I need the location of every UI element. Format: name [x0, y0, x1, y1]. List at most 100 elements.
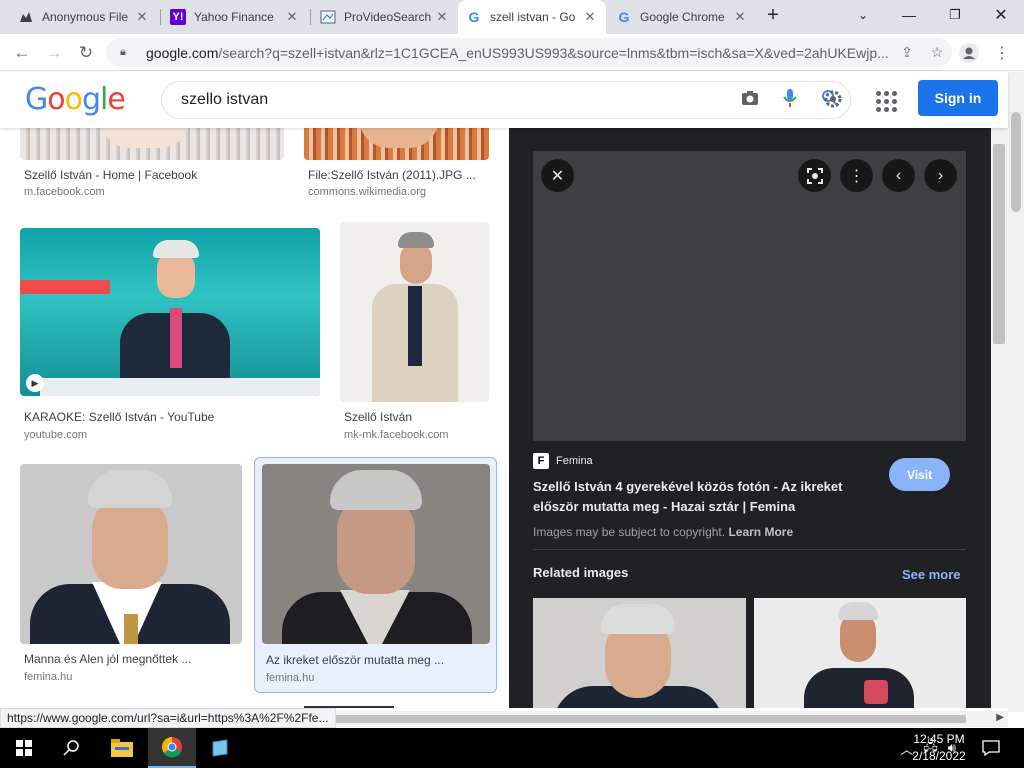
image-result[interactable]: File:Szellő István (2011).JPG ... common…	[304, 128, 489, 203]
preview-image[interactable]	[533, 151, 966, 441]
tab-strip: Anonymous File ✕ Y! Yahoo Finance ✕ ProV…	[0, 0, 1024, 34]
result-thumbnail[interactable]	[340, 222, 489, 402]
windows-start-icon[interactable]	[0, 728, 48, 768]
menu-kebab-icon[interactable]: ⋮	[989, 40, 1015, 66]
windows-taskbar: ︿ 🖧︎ 🔊︎ 12:45 PM 2/18/2022	[0, 728, 1024, 768]
related-images-heading: Related images	[533, 565, 629, 580]
forward-icon[interactable]: →	[41, 40, 67, 66]
anonymous-icon	[18, 9, 34, 25]
tab-google-chrome[interactable]: G Google Chrome ✕	[608, 0, 756, 34]
google-logo[interactable]: Google	[25, 82, 126, 117]
window-close-icon[interactable]: ✕	[978, 0, 1024, 30]
tab-search-chevron-icon[interactable]: ⌄	[840, 0, 886, 30]
google-g-icon: G	[618, 9, 630, 25]
preview-scrollbar[interactable]	[991, 128, 1008, 708]
result-source: femina.hu	[24, 671, 73, 683]
sign-in-button[interactable]: Sign in	[918, 80, 998, 116]
chrome-taskbar-icon[interactable]	[148, 728, 196, 768]
divider	[533, 549, 966, 550]
tab-provideosearch[interactable]: ProVideoSearch ✕	[312, 0, 458, 34]
play-icon[interactable]: ▶	[26, 374, 44, 392]
minimize-icon[interactable]: —	[886, 0, 932, 30]
bookmark-star-icon[interactable]: ☆	[922, 44, 952, 61]
preview-source[interactable]: F Femina	[533, 453, 593, 469]
image-result[interactable]: Szellő István mk-mk.facebook.com	[340, 222, 489, 448]
google-g-icon: G	[468, 9, 480, 25]
result-thumbnail[interactable]	[304, 128, 489, 160]
notifications-icon[interactable]	[968, 728, 1014, 768]
result-caption[interactable]: File:Szellő István (2011).JPG ...	[308, 168, 488, 182]
visit-button[interactable]: Visit	[889, 458, 950, 491]
search-query: szello istvan	[181, 91, 269, 108]
image-result[interactable]: ▶ KARAOKE: Szellő István - YouTube youtu…	[20, 228, 320, 448]
scroll-thumb[interactable]	[1011, 112, 1021, 212]
browser-toolbar: ← → ↻ 🔒︎ google.com/search?q=szell+istva…	[0, 34, 1024, 71]
back-icon[interactable]: ←	[9, 40, 35, 66]
tab-szell-istvan[interactable]: G szell istvan - Go ✕	[458, 0, 606, 34]
tab-yahoo-finance[interactable]: Y! Yahoo Finance ✕	[162, 0, 308, 34]
search-input[interactable]: szello istvan	[161, 81, 851, 119]
scroll-thumb[interactable]	[300, 715, 966, 723]
status-bar-url: https://www.google.com/url?sa=i&url=http…	[0, 708, 336, 728]
lens-search-icon[interactable]	[798, 159, 831, 192]
new-tab-icon[interactable]: +	[753, 0, 793, 30]
close-icon[interactable]: ✕	[134, 9, 150, 25]
result-source: m.facebook.com	[24, 186, 105, 198]
reload-icon[interactable]: ↻	[73, 40, 99, 66]
copyright-notice: Images may be subject to copyright. Lear…	[533, 525, 794, 539]
result-source: youtube.com	[24, 429, 87, 441]
google-apps-icon[interactable]	[873, 88, 897, 112]
result-caption[interactable]: Szellő István	[344, 410, 489, 424]
tab-divider	[160, 9, 161, 25]
result-caption[interactable]: Manna és Alen jól megnőttek ...	[24, 652, 242, 666]
see-more-link[interactable]: See more	[902, 567, 961, 582]
app-taskbar-icon[interactable]	[196, 728, 244, 768]
result-caption[interactable]: Szellő István - Home | Facebook	[24, 168, 284, 182]
url-text: google.com/search?q=szell+istvan&rlz=1C1…	[146, 44, 889, 61]
close-icon[interactable]: ✕	[434, 9, 450, 25]
close-icon[interactable]: ✕	[732, 9, 748, 25]
result-source: femina.hu	[266, 672, 315, 684]
result-thumbnail[interactable]	[20, 128, 284, 160]
result-thumbnail[interactable]: ▶	[20, 228, 320, 396]
image-result-selected[interactable]: Az ikreket először mutatta meg ... femin…	[254, 457, 497, 693]
share-icon[interactable]: ⇪	[892, 44, 922, 61]
tab-anonymous-file[interactable]: Anonymous File ✕	[10, 0, 158, 34]
result-caption[interactable]: KARAOKE: Szellő István - YouTube	[24, 410, 320, 424]
close-icon[interactable]: ✕	[582, 9, 598, 25]
camera-search-icon[interactable]	[730, 90, 770, 111]
microphone-icon[interactable]	[770, 88, 810, 113]
result-thumbnail[interactable]	[20, 464, 242, 644]
preview-title[interactable]: Szellő István 4 gyerekével közös fotón -…	[533, 477, 885, 517]
google-header: Google szello istvan Sign in	[0, 72, 1008, 128]
preview-source-name: Femina	[556, 455, 593, 467]
result-caption[interactable]: Az ikreket először mutatta meg ...	[266, 653, 494, 667]
result-thumbnail[interactable]	[262, 464, 490, 644]
scroll-thumb[interactable]	[993, 144, 1005, 344]
tab-title: szell istvan - Go	[490, 10, 576, 24]
tab-title: Anonymous File	[42, 10, 129, 24]
yahoo-icon: Y!	[170, 9, 186, 25]
result-source: mk-mk.facebook.com	[344, 429, 449, 441]
image-result[interactable]: Szellő István - Home | Facebook m.facebo…	[20, 128, 284, 203]
file-explorer-icon[interactable]	[98, 728, 146, 768]
related-image[interactable]	[754, 598, 966, 708]
address-bar[interactable]: 🔒︎ google.com/search?q=szell+istvan&rlz=…	[106, 38, 952, 67]
search-icon[interactable]	[48, 728, 96, 768]
related-image[interactable]	[533, 598, 746, 708]
femina-logo-icon: F	[533, 453, 549, 469]
previous-icon[interactable]: ‹	[882, 159, 915, 192]
clock[interactable]: 12:45 PM 2/18/2022	[903, 731, 975, 765]
next-icon[interactable]: ›	[924, 159, 957, 192]
page-scrollbar[interactable]	[1008, 72, 1024, 712]
scroll-right-icon[interactable]: ▶	[996, 712, 1004, 723]
more-options-icon[interactable]: ⋮	[840, 159, 873, 192]
close-icon[interactable]: ✕	[284, 9, 300, 25]
restore-icon[interactable]: ❐	[932, 0, 978, 30]
image-result[interactable]: Manna és Alen jól megnőttek ... femina.h…	[20, 464, 242, 690]
learn-more-link[interactable]: Learn More	[728, 525, 793, 539]
tab-title: Yahoo Finance	[194, 10, 274, 24]
settings-gear-icon[interactable]	[822, 88, 844, 113]
profile-icon[interactable]	[956, 40, 982, 66]
close-icon[interactable]: ✕	[541, 159, 574, 192]
